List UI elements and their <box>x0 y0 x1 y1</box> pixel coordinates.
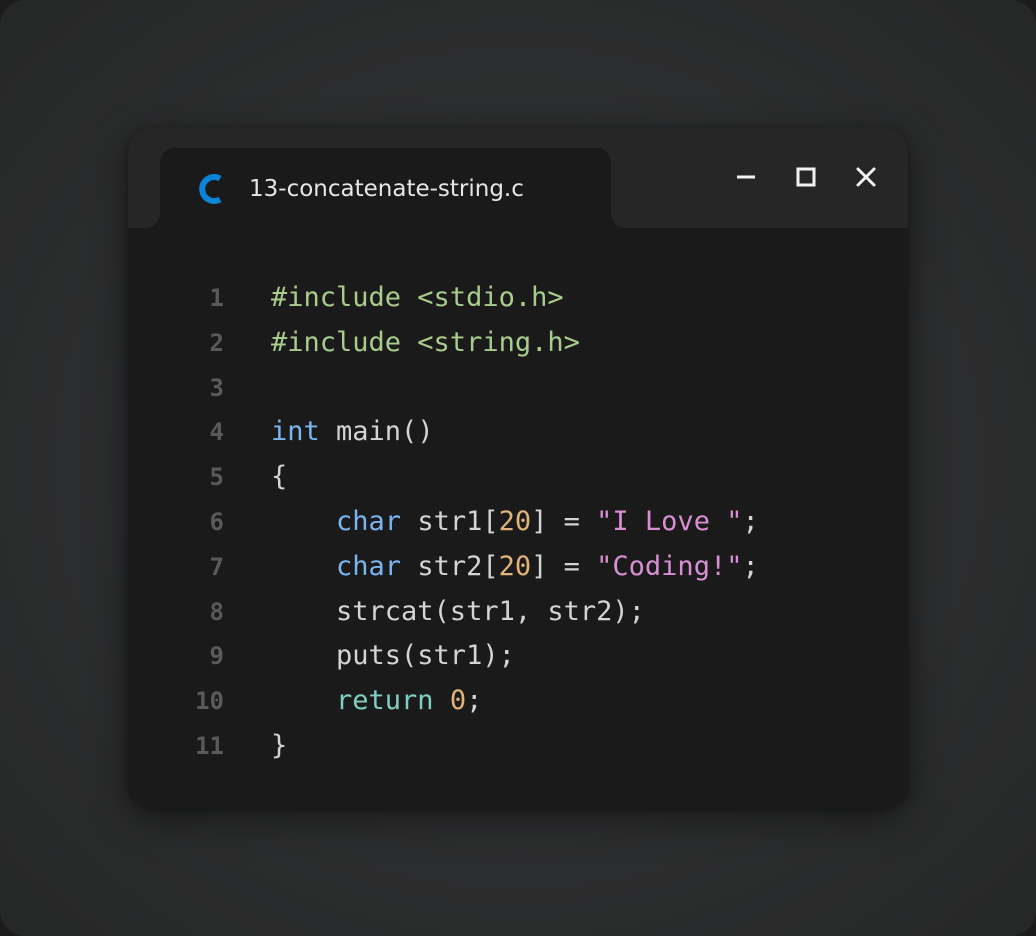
code-token: 0 <box>449 685 467 717</box>
code-text: int main() <box>271 410 434 455</box>
code-text: { <box>271 455 287 500</box>
line-number: 8 <box>209 597 224 626</box>
code-token: ] = <box>531 505 597 537</box>
code-line: 4 int main() <box>128 410 908 455</box>
code-token: int <box>271 416 320 448</box>
line-number: 5 <box>209 463 224 492</box>
code-text: } <box>271 724 287 769</box>
line-number: 10 <box>195 687 224 716</box>
code-token: main() <box>319 416 434 448</box>
code-line: 8 strcat(str1, str2); <box>128 590 908 635</box>
code-line: 7 char str2[20] = "Coding!"; <box>128 545 908 590</box>
c-language-icon <box>199 174 222 204</box>
code-text: char str1[20] = "I Love "; <box>271 500 759 545</box>
code-text: char str2[20] = "Coding!"; <box>271 545 759 590</box>
code-line: 3 <box>128 366 908 411</box>
code-token: puts(str1); <box>271 640 515 672</box>
line-number: 3 <box>209 373 224 402</box>
code-line: 6 char str1[20] = "I Love "; <box>128 500 908 545</box>
line-number: 2 <box>209 328 224 357</box>
code-token: "I Love " <box>596 505 743 537</box>
code-token: #include <string.h> <box>271 326 580 358</box>
minimize-icon[interactable] <box>731 162 761 192</box>
code-token: strcat(str1, str2); <box>271 595 645 627</box>
code-token: char <box>336 505 402 537</box>
tab-title: 13-concatenate-string.c <box>249 176 524 202</box>
code-token: { <box>271 461 288 493</box>
code-line: 10 return 0; <box>128 679 908 724</box>
line-number: 9 <box>209 642 224 671</box>
code-line: 11} <box>128 724 908 769</box>
code-line: 2 #include <string.h> <box>128 321 908 366</box>
maximize-icon[interactable] <box>791 162 821 192</box>
code-token: ; <box>742 505 759 537</box>
code-token: ] = <box>531 550 597 582</box>
code-text: strcat(str1, str2); <box>271 590 645 635</box>
code-editor[interactable]: 1 #include <stdio.h> 2 #include <string.h> 3… <box>128 228 908 808</box>
file-tab[interactable]: 13-concatenate-string.c <box>146 148 625 228</box>
line-number: 7 <box>209 552 224 581</box>
code-line: 5{ <box>128 455 908 500</box>
code-block: 1 #include <stdio.h> 2 #include <string.h> 3… <box>128 276 908 769</box>
code-token: str1[ <box>401 505 499 537</box>
code-line: 9 puts(str1); <box>128 634 908 679</box>
title-bar: 13-concatenate-string.c <box>128 128 908 228</box>
code-token: str2[ <box>401 550 499 582</box>
line-number: 1 <box>209 284 224 312</box>
close-icon[interactable] <box>851 162 881 192</box>
line-number: 11 <box>195 731 224 760</box>
code-window: 13-concatenate-string.c 1 #include <stdio… <box>128 128 908 808</box>
code-token: 20 <box>498 550 532 582</box>
code-token: } <box>271 729 288 761</box>
code-token: char <box>336 550 402 582</box>
code-text: #include <stdio.h> <box>271 276 564 321</box>
code-token: ; <box>466 685 483 717</box>
code-line: 1 #include <stdio.h> <box>128 276 908 321</box>
code-text: puts(str1); <box>271 634 515 679</box>
code-token: ; <box>742 550 759 582</box>
code-token: return <box>336 685 434 717</box>
line-number: 4 <box>209 418 224 447</box>
code-token: 20 <box>498 505 532 537</box>
line-number: 6 <box>209 507 224 536</box>
code-text: return 0; <box>271 679 482 724</box>
code-text: #include <string.h> <box>271 321 580 366</box>
code-token: "Coding!" <box>596 550 743 582</box>
code-token: #include <stdio.h> <box>271 282 564 313</box>
